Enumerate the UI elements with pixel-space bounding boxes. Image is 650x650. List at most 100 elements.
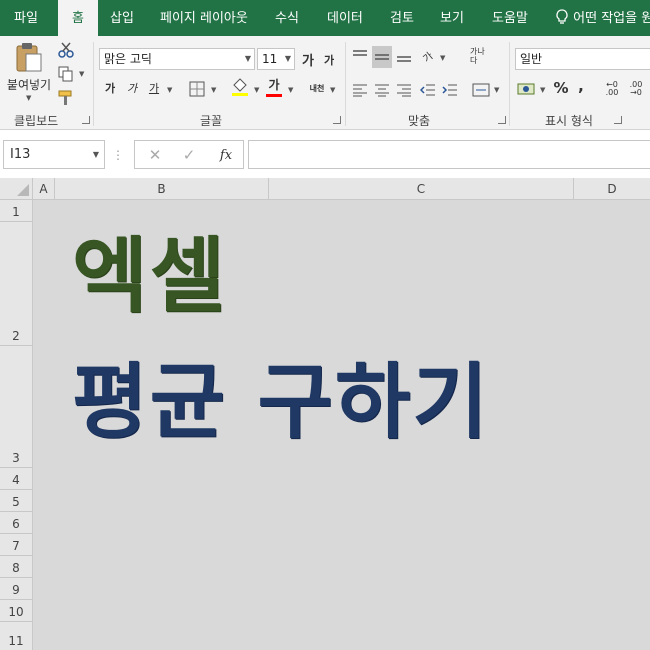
font-size-value: 11 xyxy=(262,52,278,66)
font-color-dropdown-icon[interactable]: ▼ xyxy=(288,86,293,94)
name-box[interactable]: I13 ▼ xyxy=(3,140,105,169)
bottom-align-icon[interactable] xyxy=(394,46,414,66)
tab-file[interactable]: 파일 xyxy=(14,0,38,36)
currency-dropdown-icon[interactable]: ▼ xyxy=(540,86,545,94)
select-all-button[interactable] xyxy=(0,178,33,200)
font-size-combo[interactable]: 11 ▼ xyxy=(257,48,295,70)
chevron-down-icon: ▼ xyxy=(92,150,99,159)
grow-font-button[interactable]: 가 xyxy=(298,49,318,69)
insert-function-icon[interactable]: fx xyxy=(215,145,237,165)
formula-controls: ✕ ✓ fx xyxy=(134,140,244,169)
number-format-combo[interactable]: 일반 xyxy=(515,48,650,70)
tab-data[interactable]: 데이터 xyxy=(327,0,363,36)
wrap-text-button[interactable]: 가나다 xyxy=(470,44,492,68)
tell-me-label: 어떤 작업을 원 xyxy=(573,11,650,26)
ribbon-home: 붙여넣기 ▼ ▼ 클립보드 맑은 고딕 ▼ 11 ▼ 가 가 가 가 가 ▼ ▼… xyxy=(0,36,650,130)
column-header-a[interactable]: A xyxy=(33,178,55,200)
borders-icon[interactable] xyxy=(186,78,208,100)
row-header[interactable]: 1 xyxy=(0,200,33,222)
ribbon-tab-bar: 파일 홈 삽입 페이지 레이아웃 수식 데이터 검토 보기 도움말 어떤 작업을… xyxy=(0,0,650,36)
tab-page-layout[interactable]: 페이지 레이아웃 xyxy=(160,0,248,36)
font-group-label: 글꼴 xyxy=(200,114,223,128)
currency-icon[interactable] xyxy=(515,78,537,100)
title-line-excel: 엑셀 xyxy=(72,229,227,324)
column-header-b[interactable]: B xyxy=(55,178,269,200)
row-header[interactable]: 8 xyxy=(0,556,33,578)
align-center-icon[interactable] xyxy=(372,80,392,100)
column-header-c[interactable]: C xyxy=(269,178,574,200)
orientation-button[interactable]: 가 xyxy=(414,43,441,70)
more-options-icon[interactable]: ⋮ xyxy=(112,147,124,163)
phonetic-guide-button[interactable]: 내천 xyxy=(305,78,329,98)
row-header[interactable]: 10 xyxy=(0,600,33,622)
select-all-icon xyxy=(17,184,29,196)
merge-center-icon[interactable] xyxy=(470,80,492,100)
copy-icon[interactable] xyxy=(56,64,76,84)
row-header[interactable]: 4 xyxy=(0,468,33,490)
fill-color-dropdown-icon[interactable]: ▼ xyxy=(254,86,259,94)
tab-view[interactable]: 보기 xyxy=(440,0,464,36)
tab-help[interactable]: 도움말 xyxy=(492,0,528,36)
tab-insert[interactable]: 삽입 xyxy=(110,0,134,36)
row-header[interactable]: 7 xyxy=(0,534,33,556)
alignment-launcher-icon[interactable] xyxy=(498,116,506,124)
align-right-icon[interactable] xyxy=(394,80,414,100)
italic-button[interactable]: 가 xyxy=(123,78,141,98)
underline-button[interactable]: 가 xyxy=(145,78,163,98)
paste-label[interactable]: 붙여넣기 xyxy=(2,76,56,92)
chevron-down-icon: ▼ xyxy=(244,54,251,63)
tab-review[interactable]: 검토 xyxy=(390,0,414,36)
clipboard-icon xyxy=(16,43,42,72)
font-color-button[interactable]: 가 xyxy=(264,76,284,92)
row-header[interactable]: 5 xyxy=(0,490,33,512)
decrease-decimal-button[interactable]: .00 →0 xyxy=(625,78,647,100)
increase-indent-icon[interactable] xyxy=(440,80,460,100)
font-name-combo[interactable]: 맑은 고딕 ▼ xyxy=(99,48,255,70)
row-header[interactable]: 6 xyxy=(0,512,33,534)
clipboard-group-label: 클립보드 xyxy=(14,114,59,128)
font-color-swatch xyxy=(266,94,282,97)
enter-icon[interactable]: ✓ xyxy=(179,145,199,165)
bold-button[interactable]: 가 xyxy=(101,78,119,98)
middle-align-icon[interactable] xyxy=(372,46,392,68)
row-header[interactable]: 2 xyxy=(0,222,33,346)
title-line-average: 평균 구하기 xyxy=(72,355,490,450)
column-header-d[interactable]: D xyxy=(574,178,650,200)
comma-button[interactable]: , xyxy=(574,76,588,96)
top-align-icon[interactable] xyxy=(350,46,370,66)
tell-me-search[interactable]: 어떤 작업을 원 xyxy=(555,0,650,36)
underline-dropdown-icon[interactable]: ▼ xyxy=(167,86,172,94)
clipboard-launcher-icon[interactable] xyxy=(82,116,90,124)
row-header[interactable]: 11 xyxy=(0,622,33,650)
cancel-icon[interactable]: ✕ xyxy=(145,145,165,165)
number-format-value: 일반 xyxy=(520,52,543,66)
phonetic-dropdown-icon[interactable]: ▼ xyxy=(330,86,335,94)
number-group-label: 표시 형식 xyxy=(545,114,593,128)
lightbulb-icon xyxy=(556,9,568,24)
number-launcher-icon[interactable] xyxy=(614,116,622,124)
tab-home[interactable]: 홈 xyxy=(58,0,98,36)
tab-formulas[interactable]: 수식 xyxy=(275,0,299,36)
increase-decimal-button[interactable]: ←0 .00 xyxy=(601,78,623,100)
orientation-dropdown-icon[interactable]: ▼ xyxy=(440,54,445,62)
merge-dropdown-icon[interactable]: ▼ xyxy=(494,86,499,94)
font-launcher-icon[interactable] xyxy=(333,116,341,124)
cut-icon[interactable] xyxy=(56,40,76,60)
ribbon-separator xyxy=(509,42,510,126)
row-header[interactable]: 3 xyxy=(0,346,33,468)
alignment-group-label: 맞춤 xyxy=(408,114,431,128)
paste-dropdown-icon[interactable]: ▼ xyxy=(26,94,31,102)
paste-button[interactable] xyxy=(8,40,48,74)
row-header[interactable]: 9 xyxy=(0,578,33,600)
fill-color-icon[interactable] xyxy=(229,76,251,98)
shrink-font-button[interactable]: 가 xyxy=(320,51,338,69)
decrease-indent-icon[interactable] xyxy=(418,80,438,100)
align-left-icon[interactable] xyxy=(350,80,370,100)
percent-button[interactable]: % xyxy=(552,78,570,98)
excel-window: 파일 홈 삽입 페이지 레이아웃 수식 데이터 검토 보기 도움말 어떤 작업을… xyxy=(0,0,650,650)
ribbon-separator xyxy=(345,42,346,126)
format-painter-icon[interactable] xyxy=(56,88,76,108)
formula-input[interactable] xyxy=(248,140,650,169)
borders-dropdown-icon[interactable]: ▼ xyxy=(211,86,216,94)
copy-dropdown-icon[interactable]: ▼ xyxy=(79,70,84,78)
